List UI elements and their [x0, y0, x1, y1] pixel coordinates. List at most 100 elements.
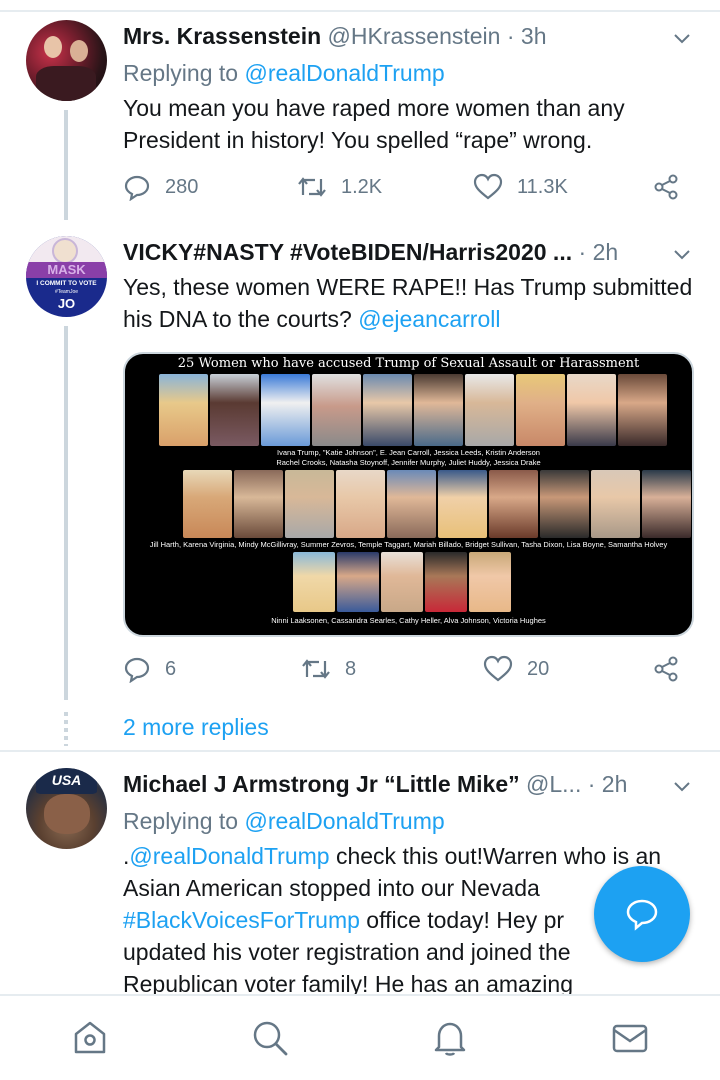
display-name[interactable]: Mrs. Krassenstein [123, 23, 321, 49]
tweet-header: VICKY#NASTY #VoteBIDEN/Harris2020 ... · … [123, 236, 690, 268]
text-line-5: Republican voter family! He has an amazi… [123, 971, 574, 994]
teamjoe-label: #TeamJoe [54, 289, 79, 295]
reply-button[interactable]: 6 [123, 653, 176, 685]
nav-notifications[interactable] [430, 1018, 470, 1058]
reply-button[interactable]: 280 [123, 171, 198, 203]
replying-to: Replying to @realDonaldTrump [123, 805, 445, 837]
tweet-krassenstein[interactable]: Mrs. Krassenstein @HKrassenstein · 3h Re… [0, 20, 720, 220]
handle[interactable]: @L... [526, 771, 581, 797]
photo [469, 552, 511, 612]
chevron-down-icon[interactable] [672, 28, 692, 48]
display-name[interactable]: VICKY#NASTY #VoteBIDEN/Harris2020 ... [123, 239, 572, 265]
caption-row-1a: Ivana Trump, "Katie Johnson", E. Jean Ca… [277, 448, 540, 457]
mention-link[interactable]: @ejeancarroll [358, 306, 500, 332]
photo [618, 374, 667, 446]
display-name[interactable]: Michael J Armstrong Jr “Little Mike” [123, 771, 520, 797]
caption-row-3: Ninni Laaksonen, Cassandra Searles, Cath… [271, 616, 546, 625]
photo [336, 470, 385, 538]
share-icon [654, 174, 678, 200]
tweet-divider [0, 750, 720, 752]
photo [489, 470, 538, 538]
share-icon [654, 656, 678, 682]
retweet-icon [302, 659, 330, 679]
avatar[interactable]: MASK I COMMIT TO VOTE #TeamJoe JO [26, 236, 107, 317]
like-button[interactable]: 20 [483, 653, 549, 685]
share-button[interactable] [652, 653, 694, 685]
text-segment: check this out!Warren who is an [329, 843, 662, 869]
replying-prefix: Replying to [123, 808, 245, 834]
photo [337, 552, 379, 612]
chevron-down-icon[interactable] [672, 244, 692, 264]
photo [261, 374, 310, 446]
photo [642, 470, 691, 538]
photo [414, 374, 463, 446]
retweet-button[interactable]: 1.2K [297, 171, 382, 203]
retweet-count: 1.2K [341, 175, 383, 198]
retweet-icon [298, 177, 326, 197]
photo [465, 374, 514, 446]
separator-dot: · [506, 23, 521, 49]
home-icon [74, 1021, 106, 1054]
caption-row-1b: Rachel Crooks, Natasha Stoynoff, Jennife… [276, 458, 541, 467]
reply-icon [124, 175, 150, 201]
photo [567, 374, 616, 446]
mention-link[interactable]: @realDonaldTrump [129, 843, 329, 869]
photo [293, 552, 335, 612]
timestamp[interactable]: 2h [602, 771, 628, 797]
text-segment: office today! Hey pr [359, 907, 565, 933]
tweet-text: Yes, these women WERE RAPE!! Has Trump s… [123, 271, 698, 335]
chevron-down-icon[interactable] [672, 776, 692, 796]
tweet-actions: 6 8 20 [123, 653, 694, 685]
thread-line [64, 110, 68, 220]
photo [159, 374, 208, 446]
heart-icon [473, 173, 503, 200]
avatar[interactable] [26, 20, 107, 101]
nav-messages[interactable] [610, 1018, 650, 1058]
replying-to: Replying to @realDonaldTrump [123, 57, 445, 89]
photo [183, 470, 232, 538]
photo [425, 552, 467, 612]
messages-icon [612, 1024, 648, 1053]
like-count: 11.3K [517, 175, 568, 198]
nav-search[interactable] [250, 1018, 290, 1058]
cap-text: USA [51, 772, 82, 788]
photo [285, 470, 334, 538]
separator-dot: · [578, 239, 593, 265]
like-button[interactable]: 11.3K [473, 171, 568, 203]
nav-home[interactable] [70, 1018, 110, 1058]
compose-reply-icon [626, 899, 658, 931]
photo [363, 374, 412, 446]
heart-icon [483, 655, 513, 682]
avatar[interactable]: USA [26, 768, 107, 849]
photo [381, 552, 423, 612]
photo [210, 374, 259, 446]
more-replies-link[interactable]: 2 more replies [123, 712, 269, 742]
replying-to-link[interactable]: @realDonaldTrump [244, 60, 444, 86]
photo [387, 470, 436, 538]
share-button[interactable] [652, 171, 694, 203]
photo [540, 470, 589, 538]
thread-dots [64, 712, 68, 746]
search-icon [253, 1021, 288, 1056]
tweet-actions: 280 1.2K 11.3K [123, 171, 694, 203]
photo [516, 374, 565, 446]
reply-icon [124, 657, 150, 683]
tweet-header: Mrs. Krassenstein @HKrassenstein · 3h [123, 20, 690, 52]
timestamp[interactable]: 3h [521, 23, 547, 49]
commit-label: I COMMIT TO VOTE [36, 280, 97, 287]
replying-to-link[interactable]: @realDonaldTrump [244, 808, 444, 834]
separator-dot: · [587, 771, 602, 797]
timestamp[interactable]: 2h [593, 239, 619, 265]
retweet-button[interactable]: 8 [301, 653, 356, 685]
tweet-image[interactable]: 25 Women who have accused Trump of Sexua… [123, 352, 694, 637]
tweet-header: Michael J Armstrong Jr “Little Mike” @L.… [123, 768, 690, 800]
photo-row-1 [159, 374, 667, 446]
compose-reply-button[interactable] [594, 866, 690, 962]
like-count: 20 [527, 657, 550, 680]
hashtag-link[interactable]: #BlackVoicesForTrump [123, 907, 360, 933]
handle[interactable]: @HKrassenstein [328, 23, 501, 49]
photo [312, 374, 361, 446]
image-title: 25 Women who have accused Trump of Sexua… [177, 356, 640, 371]
photo [234, 470, 283, 538]
bottom-nav [0, 994, 720, 1080]
